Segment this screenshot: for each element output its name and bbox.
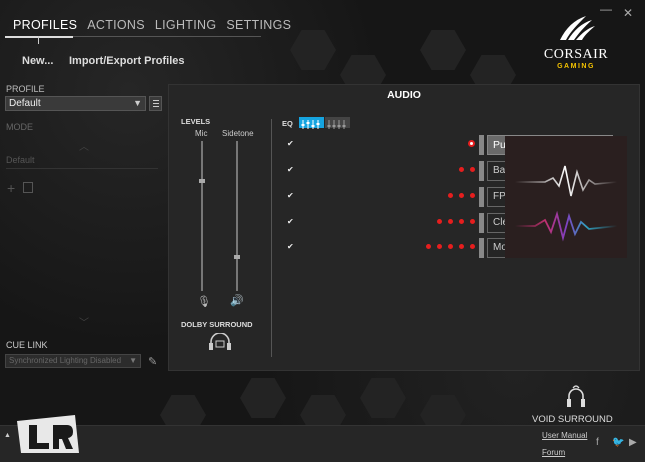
chevron-up-icon[interactable]: ︿	[79, 138, 89, 153]
preset-priority-dots	[468, 140, 475, 147]
drag-handle[interactable]	[479, 213, 484, 233]
priority-dot	[470, 193, 475, 198]
preset-checkbox[interactable]: ✔	[287, 166, 295, 174]
cue-link-select[interactable]: Synchronized Lighting Disabled ▼	[5, 354, 141, 368]
drag-handle[interactable]	[479, 238, 484, 258]
edit-pencil-icon[interactable]: ✎	[148, 355, 157, 368]
nav-tick	[38, 36, 39, 44]
priority-dot	[459, 244, 464, 249]
eq-sliders-icon	[327, 120, 346, 129]
watermark-logo	[17, 415, 79, 453]
tab-profiles[interactable]: PROFILES	[8, 18, 82, 32]
eq-preset-row: ✔ FPS Competition	[287, 187, 613, 207]
sidetone-label: Sidetone	[222, 129, 254, 138]
speaker-icon: 🔊	[230, 295, 244, 307]
facebook-icon[interactable]: f	[596, 437, 599, 448]
tab-lighting[interactable]: LIGHTING	[150, 18, 221, 32]
mic-slider-thumb[interactable]	[199, 178, 205, 183]
youtube-icon[interactable]: ▶	[629, 437, 637, 448]
mode-select[interactable]: Default	[6, 155, 158, 169]
panel-title: AUDIO	[387, 89, 421, 101]
copy-mode-icon[interactable]	[23, 182, 33, 193]
priority-dot	[437, 219, 442, 224]
top-nav: PROFILES ACTIONS LIGHTING SETTINGS	[8, 18, 296, 32]
eq-preset-row: ✔ Pure Direct	[287, 135, 613, 155]
audio-panel: AUDIO LEVELS Mic Sidetone 🎙 🔊 DOLBY SURR…	[168, 84, 640, 371]
divider	[271, 119, 272, 357]
priority-dot	[459, 167, 464, 172]
chevron-down-icon: ▼	[129, 356, 137, 365]
eq-sliders-icon	[301, 120, 320, 129]
priority-dot	[437, 244, 442, 249]
eq-preset-view-button[interactable]	[299, 117, 324, 129]
tab-actions[interactable]: ACTIONS	[82, 18, 150, 32]
preset-checkbox[interactable]: ✔	[287, 140, 295, 148]
audio-waveform-visual	[505, 136, 627, 258]
microphone-icon: 🎙	[197, 296, 211, 308]
import-export-button[interactable]: Import/Export Profiles	[69, 55, 185, 67]
corsair-sails-icon	[560, 16, 595, 40]
priority-dot	[468, 140, 475, 147]
eq-preset-row: ✔ Clear Chat	[287, 213, 613, 233]
priority-dot	[459, 219, 464, 224]
eq-advanced-view-button[interactable]	[325, 117, 350, 129]
priority-dot	[470, 167, 475, 172]
profile-menu-button[interactable]	[149, 96, 162, 111]
preset-priority-dots	[448, 193, 475, 198]
eq-preset-row: ✔ Movie Theater	[287, 238, 613, 258]
preset-priority-dots	[426, 244, 475, 249]
mic-slider[interactable]	[199, 141, 205, 291]
void-surround-label: VOID SURROUND	[532, 414, 613, 425]
profile-label: PROFILE	[6, 84, 45, 94]
sidetone-slider[interactable]	[234, 141, 240, 291]
profile-select[interactable]: Default ▼	[5, 96, 146, 111]
drag-handle[interactable]	[479, 161, 484, 181]
priority-dot	[470, 219, 475, 224]
priority-dot	[459, 193, 464, 198]
drag-handle[interactable]	[479, 187, 484, 207]
priority-dot	[426, 244, 431, 249]
cue-link-value: Synchronized Lighting Disabled	[9, 356, 122, 365]
preset-checkbox[interactable]: ✔	[287, 218, 295, 226]
nav-underline	[5, 36, 261, 38]
chevron-down-icon: ▼	[133, 98, 142, 108]
brand-name: CORSAIR	[543, 47, 609, 62]
mic-label: Mic	[195, 129, 208, 138]
priority-dot	[448, 244, 453, 249]
void-surround-headset-icon	[567, 385, 585, 407]
brand-sub: GAMING	[557, 63, 595, 70]
expand-up-icon[interactable]: ▲	[4, 432, 11, 439]
dolby-label: DOLBY SURROUND	[181, 320, 253, 329]
preset-priority-dots	[437, 219, 475, 224]
user-manual-link[interactable]: User Manual	[542, 431, 587, 440]
dolby-headphone-icon[interactable]	[208, 333, 232, 351]
chevron-down-icon[interactable]: ﹀	[79, 314, 89, 329]
new-profile-button[interactable]: New...	[22, 55, 53, 67]
profile-select-value: Default	[9, 98, 41, 109]
eq-label: EQ	[282, 119, 293, 128]
cue-link-label: CUE LINK	[6, 340, 48, 350]
forum-link[interactable]: Forum	[542, 448, 565, 457]
preset-priority-dots	[459, 167, 475, 172]
twitter-icon[interactable]: 🐦	[612, 437, 624, 448]
sidetone-slider-thumb[interactable]	[234, 255, 240, 259]
preset-checkbox[interactable]: ✔	[287, 243, 295, 251]
preset-checkbox[interactable]: ✔	[287, 192, 295, 200]
add-mode-icon[interactable]: +	[7, 180, 15, 196]
priority-dot	[470, 244, 475, 249]
mode-select-value: Default	[6, 155, 35, 165]
drag-handle[interactable]	[479, 135, 484, 155]
eq-preset-row: ✔ Bass Boost	[287, 161, 613, 181]
priority-dot	[448, 193, 453, 198]
mode-label: MODE	[6, 122, 33, 132]
tab-settings[interactable]: SETTINGS	[221, 18, 296, 32]
priority-dot	[448, 219, 453, 224]
corsair-logo: CORSAIR GAMING	[526, 14, 626, 70]
levels-label: LEVELS	[181, 117, 211, 126]
